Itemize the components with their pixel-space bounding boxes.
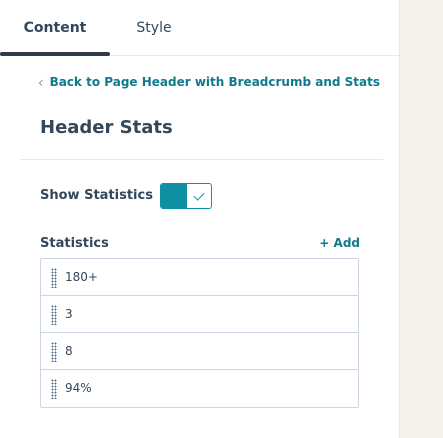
active-tab-indicator xyxy=(0,52,110,56)
section-title: Header Stats xyxy=(40,117,173,138)
editor-panel: Content Style Back to Page Header with B… xyxy=(0,0,399,438)
statistic-value: 8 xyxy=(65,344,73,358)
statistic-item[interactable]: 94% xyxy=(41,370,358,407)
show-statistics-row: Show Statistics xyxy=(40,183,360,209)
toggle-knob xyxy=(161,184,187,208)
statistics-list: 180+ 3 8 94% xyxy=(40,258,359,408)
drag-handle-icon[interactable] xyxy=(51,305,57,325)
tab-style[interactable]: Style xyxy=(110,0,198,56)
drag-handle-icon[interactable] xyxy=(51,379,57,399)
show-statistics-label: Show Statistics xyxy=(40,188,153,203)
preview-canvas-edge xyxy=(399,0,443,438)
show-statistics-toggle[interactable] xyxy=(160,183,212,209)
drag-handle-icon[interactable] xyxy=(51,268,57,288)
statistics-label: Statistics xyxy=(40,236,109,251)
section-divider xyxy=(20,159,383,160)
chevron-left-icon xyxy=(38,79,45,86)
add-statistic-button[interactable]: + Add xyxy=(319,236,360,250)
check-icon xyxy=(193,189,205,201)
back-link-label: Back to Page Header with Breadcrumb and … xyxy=(49,75,380,89)
statistic-value: 94% xyxy=(65,381,92,395)
back-link[interactable]: Back to Page Header with Breadcrumb and … xyxy=(38,74,380,90)
drag-handle-icon[interactable] xyxy=(51,342,57,362)
statistic-value: 3 xyxy=(65,307,73,321)
statistic-value: 180+ xyxy=(65,270,98,284)
statistics-header: Statistics + Add xyxy=(40,235,360,253)
statistic-item[interactable]: 3 xyxy=(41,296,358,333)
statistic-item[interactable]: 8 xyxy=(41,333,358,370)
statistic-item[interactable]: 180+ xyxy=(41,259,358,296)
tab-bar: Content Style xyxy=(0,0,399,56)
tab-content[interactable]: Content xyxy=(0,0,110,56)
